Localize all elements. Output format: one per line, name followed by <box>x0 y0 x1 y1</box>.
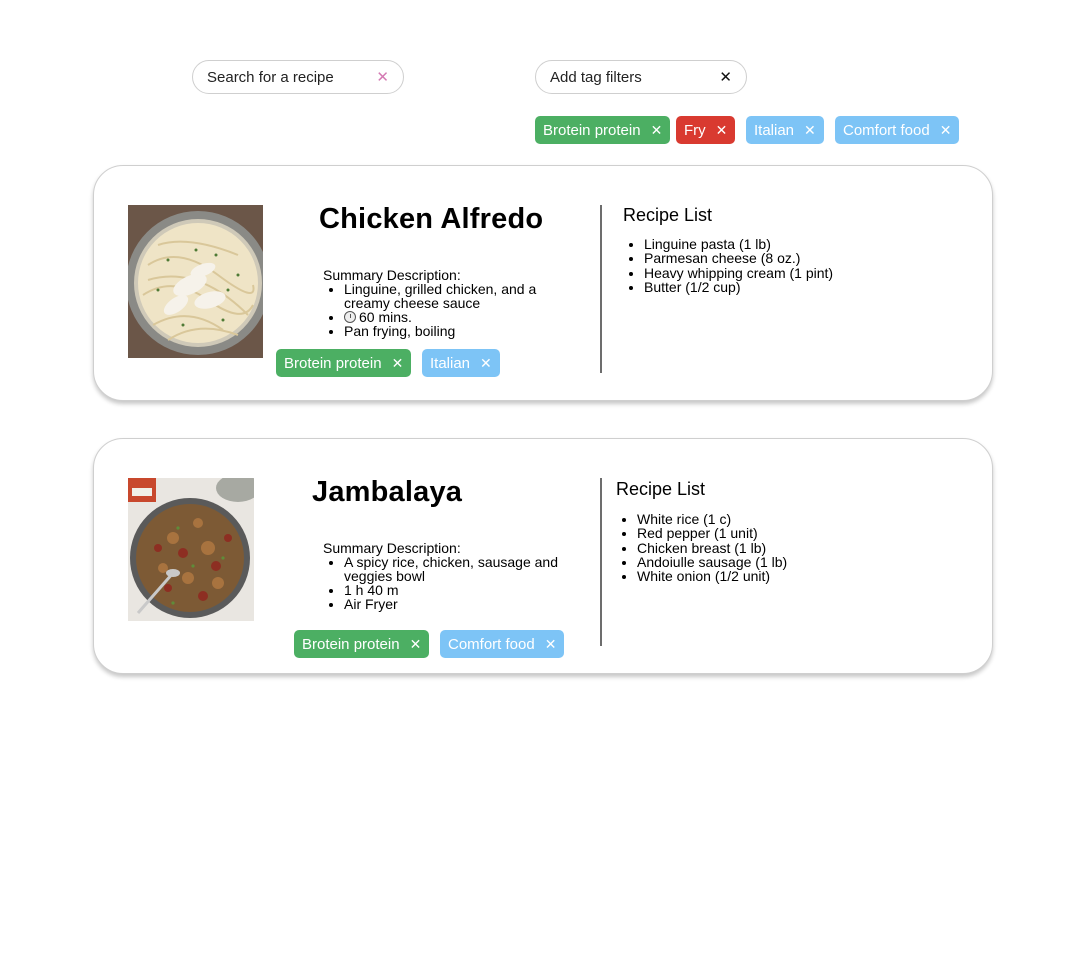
close-icon[interactable]: ✕ <box>940 122 952 139</box>
ingredient-item: Red pepper (1 unit) <box>637 526 787 541</box>
tag-filter-placeholder: Add tag filters <box>550 68 642 86</box>
recipe-tag-brotein-protein[interactable]: Brotein protein ✕ <box>276 349 412 377</box>
summary-item: Pan frying, boiling <box>344 324 563 338</box>
recipe-card-jambalaya[interactable]: Jambalaya Summary Description: A spicy r… <box>93 438 993 674</box>
search-clear-icon[interactable]: ✕ <box>376 70 389 85</box>
summary-item: A spicy rice, chicken, sausage and veggi… <box>344 555 563 583</box>
recipe-tag-label: Brotein protein <box>284 354 382 372</box>
ingredient-list: Linguine pasta (1 lb) Parmesan cheese (8… <box>623 237 833 294</box>
summary-label: Summary Description: <box>323 540 461 556</box>
recipe-photo <box>128 205 263 358</box>
close-icon[interactable]: ✕ <box>716 122 728 139</box>
card-divider <box>600 478 602 646</box>
recipe-summary: Summary Description: A spicy rice, chick… <box>323 541 563 611</box>
close-icon[interactable]: ✕ <box>410 636 422 653</box>
close-icon[interactable]: ✕ <box>545 636 557 653</box>
ingredient-item: Linguine pasta (1 lb) <box>644 237 833 252</box>
search-placeholder: Search for a recipe <box>207 68 334 86</box>
ingredient-item: Andoiulle sausage (1 lb) <box>637 555 787 570</box>
summary-item-time: 60 mins. <box>344 310 563 324</box>
ingredient-list: White rice (1 c) Red pepper (1 unit) Chi… <box>616 512 787 584</box>
ingredient-item: Chicken breast (1 lb) <box>637 540 787 555</box>
recipe-tag-label: Brotein protein <box>302 635 400 653</box>
card-divider <box>600 205 602 373</box>
recipe-tag-label: Comfort food <box>448 635 535 653</box>
close-icon[interactable]: ✕ <box>392 355 404 372</box>
recipe-photo <box>128 478 254 621</box>
recipe-tag-label: Italian <box>430 354 471 372</box>
filter-chip-fry[interactable]: Fry ✕ <box>676 116 736 144</box>
summary-item: Linguine, grilled chicken, and a creamy … <box>344 282 563 310</box>
summary-item: 1 h 40 m <box>344 583 563 597</box>
filter-chip-comfort-food[interactable]: Comfort food ✕ <box>835 116 960 144</box>
filter-chip-label: Fry <box>684 121 706 139</box>
recipe-title: Chicken Alfredo <box>319 203 544 235</box>
close-icon[interactable]: ✕ <box>480 355 492 372</box>
ingredient-item: White onion (1/2 unit) <box>637 569 787 584</box>
recipe-tag-comfort-food[interactable]: Comfort food ✕ <box>440 630 565 658</box>
search-input[interactable]: Search for a recipe ✕ <box>192 60 404 94</box>
recipe-tag-italian[interactable]: Italian ✕ <box>422 349 500 377</box>
filter-chip-brotein-protein[interactable]: Brotein protein ✕ <box>535 116 671 144</box>
ingredient-item: Heavy whipping cream (1 pint) <box>644 265 833 280</box>
close-icon[interactable]: ✕ <box>651 122 663 139</box>
filter-chip-label: Comfort food <box>843 121 930 139</box>
tag-filter-input[interactable]: Add tag filters ✕ <box>535 60 747 94</box>
filter-chip-italian[interactable]: Italian ✕ <box>746 116 824 144</box>
clock-icon <box>344 311 356 323</box>
recipe-summary: Summary Description: Linguine, grilled c… <box>323 268 563 338</box>
ingredient-item: Butter (1/2 cup) <box>644 280 833 295</box>
recipe-tag-brotein-protein[interactable]: Brotein protein ✕ <box>294 630 430 658</box>
summary-label: Summary Description: <box>323 267 461 283</box>
summary-item: Air Fryer <box>344 597 563 611</box>
recipe-card-chicken-alfredo[interactable]: Chicken Alfredo Summary Description: Lin… <box>93 165 993 401</box>
recipe-title: Jambalaya <box>312 476 463 508</box>
recipe-list-title: Recipe List <box>623 205 713 225</box>
filter-chip-label: Italian <box>754 121 795 139</box>
tag-filter-clear-icon[interactable]: ✕ <box>719 70 732 85</box>
filter-chip-label: Brotein protein <box>543 121 641 139</box>
ingredient-item: White rice (1 c) <box>637 512 787 527</box>
recipe-list-title: Recipe List <box>616 479 706 499</box>
close-icon[interactable]: ✕ <box>804 122 816 139</box>
ingredient-item: Parmesan cheese (8 oz.) <box>644 251 833 266</box>
